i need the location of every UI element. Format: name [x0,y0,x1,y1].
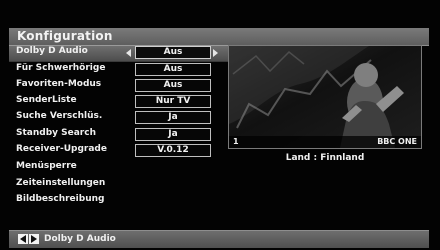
menu-item-label[interactable]: Dolby D Audio [16,46,88,56]
menu-item-value[interactable]: Ja [135,128,211,141]
footer-hint-bar: Dolby D Audio [9,230,429,248]
right-arrow-key-icon [29,234,39,244]
menu-item-label[interactable]: Menüsperre [16,161,77,171]
preview-info-bar: 1 BBC ONE [229,136,421,148]
footer-hint-label: Dolby D Audio [44,234,116,244]
menu-item-value[interactable]: Ja [135,111,211,124]
right-arrow-icon[interactable] [213,49,218,57]
left-arrow-key-icon [18,234,28,244]
menu-item-label[interactable]: Suche Verschlüs. [16,111,102,121]
menu-item-value[interactable]: V.0.12 [135,144,211,157]
tv-preview: 1 BBC ONE [228,45,422,149]
menu-item-label[interactable]: Bildbeschreibung [16,194,104,204]
country-label: Land : Finnland [285,153,365,163]
menu-item-value[interactable]: Aus [135,63,211,76]
menu-item-value[interactable]: Aus [135,46,211,59]
menu-item-value[interactable]: Nur TV [135,95,211,108]
menu-item-label[interactable]: SenderListe [16,95,77,105]
channel-number: 1 [233,137,239,146]
menu-item-label[interactable]: Für Schwerhörige [16,63,105,73]
menu-item-value[interactable]: Aus [135,79,211,92]
preview-image [229,46,421,148]
menu-item-label[interactable]: Favoriten-Modus [16,79,101,89]
menu-item-label[interactable]: Standby Search [16,128,96,138]
menu-item-label[interactable]: Zeiteinstellungen [16,178,105,188]
left-arrow-icon[interactable] [126,49,131,57]
tv-osd: Konfiguration Dolby D Audio Aus Für Schw… [0,0,440,250]
settings-menu: Dolby D Audio Aus Für Schwerhörige Aus F… [0,0,230,250]
menu-item-label[interactable]: Receiver-Upgrade [16,144,107,154]
channel-name: BBC ONE [377,137,417,146]
